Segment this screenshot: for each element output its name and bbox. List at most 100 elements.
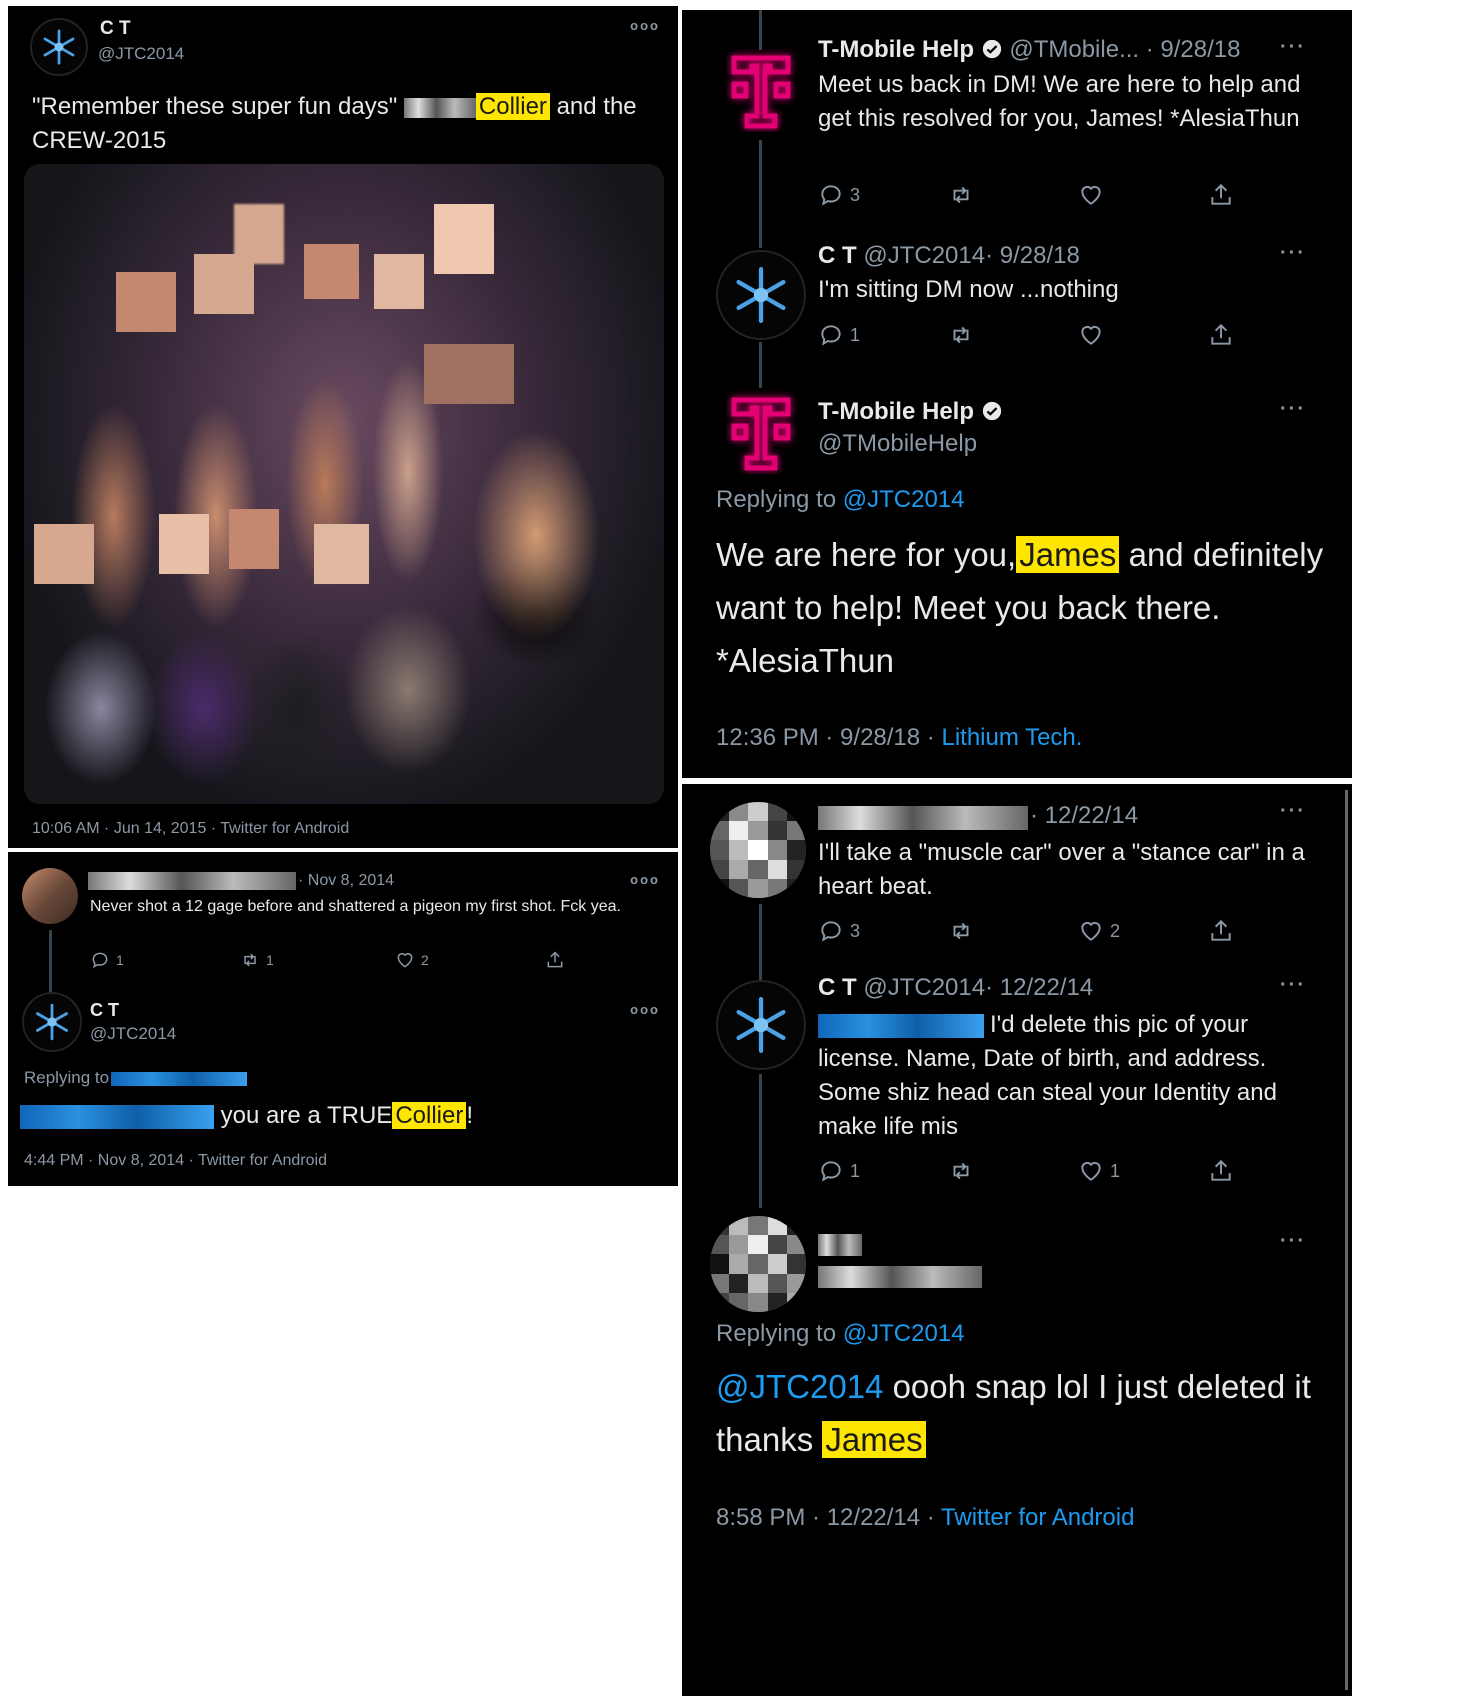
retweet-button[interactable] — [948, 918, 1078, 944]
avatar[interactable] — [716, 250, 806, 340]
tweet-panel-reply: · Nov 8, 2014 ooo Never shot a 12 gage b… — [8, 852, 678, 1186]
tweet-actions: 1 — [818, 322, 1338, 348]
share-button[interactable] — [1208, 918, 1234, 944]
tweet-actions: 3 2 — [818, 918, 1338, 944]
replying-to: Replying to — [24, 1068, 248, 1088]
share-button[interactable] — [1208, 182, 1234, 208]
more-dots-icon[interactable]: ··· — [1280, 36, 1306, 59]
retweet-icon — [948, 1158, 974, 1184]
more-dots-icon[interactable]: ··· — [1280, 398, 1306, 421]
tweet-text: I'll take a "muscle car" over a "stance … — [818, 839, 1305, 900]
scrollbar[interactable] — [1345, 790, 1348, 1690]
redaction — [818, 1013, 984, 1038]
more-dots-icon[interactable]: ··· — [1280, 800, 1306, 823]
avatar[interactable] — [726, 390, 796, 474]
verified-badge-icon — [981, 38, 1003, 60]
retweet-icon — [948, 322, 974, 348]
share-button[interactable] — [545, 950, 565, 970]
like-icon — [395, 950, 415, 970]
avatar[interactable] — [716, 980, 806, 1070]
more-dots-icon[interactable]: ooo — [630, 18, 660, 33]
share-icon — [1208, 918, 1234, 944]
tweet-meta: 8:58 PM · 12/22/14 · Twitter for Android — [716, 1504, 1135, 1531]
retweet-icon — [948, 182, 974, 208]
tweet-date: · Nov 8, 2014 — [298, 872, 395, 889]
avatar[interactable] — [726, 48, 796, 132]
more-dots-icon[interactable]: ··· — [1280, 242, 1306, 265]
name-highlight: James — [822, 1421, 926, 1458]
retweet-button[interactable] — [948, 322, 1078, 348]
tweet-text: Meet us back in DM! We are here to help … — [818, 71, 1301, 132]
tweet-text: @JTC2014 oooh snap lol I just deleted it… — [716, 1368, 1311, 1458]
reply-button[interactable]: 1 — [90, 950, 240, 970]
snowflake-icon — [718, 982, 804, 1068]
tmobile-logo-icon — [726, 390, 796, 474]
like-button[interactable] — [1078, 322, 1208, 348]
tweet-text: I'm sitting DM now ...nothing — [818, 276, 1119, 303]
reply-button[interactable]: 1 — [818, 322, 948, 348]
tweet-panel-photo: C T @JTC2014 ooo "Remember these super f… — [8, 6, 678, 848]
user-handle[interactable]: @JTC2014 — [90, 1024, 176, 1044]
reply-icon — [818, 1158, 844, 1184]
tweet-actions: 1 1 2 — [90, 950, 590, 970]
like-button[interactable]: 2 — [395, 950, 545, 970]
more-dots-icon[interactable]: ooo — [630, 872, 660, 887]
retweet-button[interactable] — [948, 182, 1078, 208]
redaction — [818, 806, 1028, 830]
snowflake-icon — [718, 252, 804, 338]
retweet-icon — [240, 950, 260, 970]
more-dots-icon[interactable]: ··· — [1280, 1230, 1306, 1253]
tweet-actions: 1 1 — [818, 1158, 1338, 1184]
user-name[interactable]: C T — [100, 18, 131, 40]
retweet-button[interactable] — [948, 1158, 1078, 1184]
name-highlight: Collier — [392, 1102, 467, 1129]
tweet-text: "Remember these super fun days" Collier … — [32, 93, 637, 154]
name-highlight: Collier — [475, 93, 550, 120]
share-icon — [1208, 1158, 1234, 1184]
avatar[interactable] — [710, 802, 806, 898]
tweet-header: T-Mobile Help @TMobile... · 9/28/18 — [818, 36, 1241, 63]
redaction — [818, 1266, 982, 1288]
tweet-text: We are here for you,James and definitely… — [716, 536, 1324, 679]
tmobile-logo-icon — [726, 48, 796, 132]
redaction — [818, 1234, 862, 1256]
tweet-panel-license: · 12/22/14 ··· I'll take a "muscle car" … — [682, 784, 1352, 1696]
redaction — [403, 97, 476, 118]
like-button[interactable]: 2 — [1078, 918, 1208, 944]
more-dots-icon[interactable]: ooo — [630, 1002, 660, 1017]
tweet-text: Never shot a 12 gage before and shattere… — [90, 898, 621, 915]
redaction — [111, 1071, 248, 1086]
tweet-panel-tmobile: T-Mobile Help @TMobile... · 9/28/18 ··· … — [682, 10, 1352, 778]
avatar[interactable] — [22, 992, 82, 1052]
verified-badge-icon — [981, 400, 1003, 422]
user-handle[interactable]: @JTC2014 — [98, 44, 184, 64]
retweet-button[interactable]: 1 — [240, 950, 395, 970]
user-handle[interactable]: @TMobileHelp — [818, 430, 977, 458]
like-icon — [1078, 182, 1104, 208]
like-button[interactable]: 1 — [1078, 1158, 1208, 1184]
redaction — [88, 872, 296, 890]
snowflake-icon — [24, 994, 80, 1050]
like-icon — [1078, 918, 1104, 944]
share-icon — [1208, 182, 1234, 208]
more-dots-icon[interactable]: ··· — [1280, 974, 1306, 997]
share-button[interactable] — [1208, 322, 1234, 348]
avatar[interactable] — [710, 1216, 806, 1312]
share-button[interactable] — [1208, 1158, 1234, 1184]
retweet-icon — [948, 918, 974, 944]
replying-to: Replying to @JTC2014 — [716, 486, 965, 513]
name-highlight: James — [1016, 536, 1120, 573]
replying-to: Replying to @JTC2014 — [716, 1320, 965, 1347]
user-name[interactable]: C T — [90, 1000, 119, 1021]
like-button[interactable] — [1078, 182, 1208, 208]
tweet-photo[interactable] — [24, 164, 664, 804]
tweet-header: T-Mobile Help — [818, 398, 1003, 426]
reply-icon — [90, 950, 110, 970]
avatar[interactable] — [30, 18, 88, 76]
reply-button[interactable]: 3 — [818, 182, 948, 208]
tweet-header: C T @JTC2014· 12/22/14 — [818, 974, 1094, 1001]
reply-button[interactable]: 3 — [818, 918, 948, 944]
redaction — [20, 1104, 214, 1129]
reply-button[interactable]: 1 — [818, 1158, 948, 1184]
avatar[interactable] — [22, 868, 78, 924]
